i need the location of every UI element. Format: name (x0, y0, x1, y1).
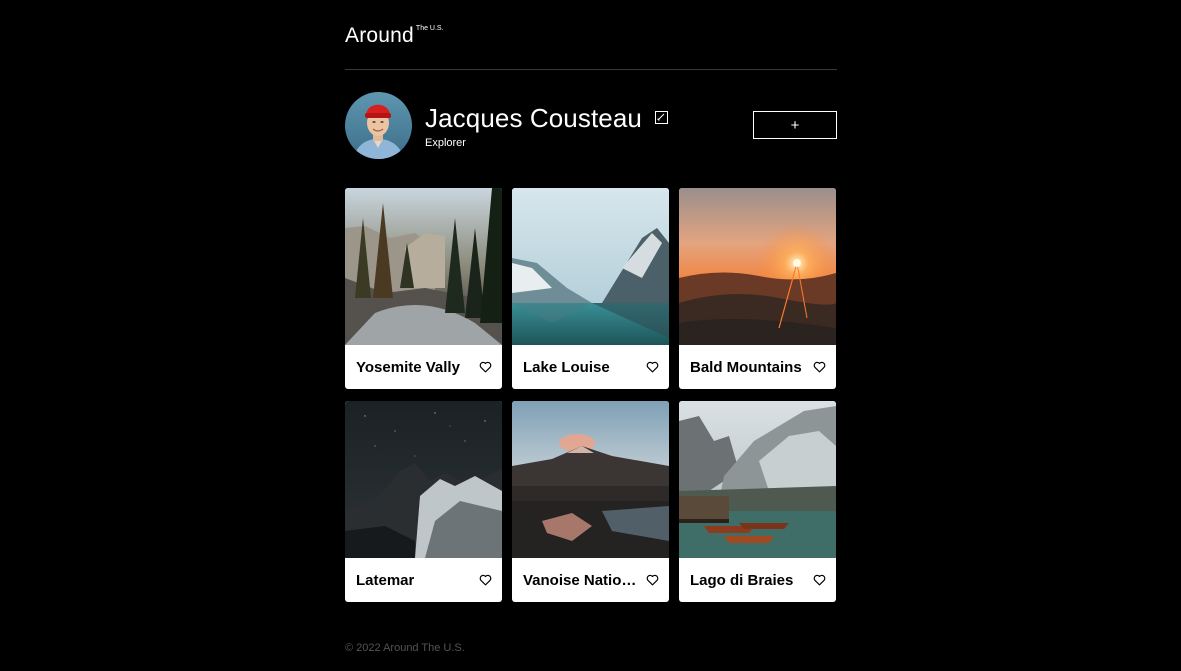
copyright-text: © 2022 Around The U.S. (345, 642, 465, 654)
card-image[interactable] (679, 401, 836, 558)
card-title: Latemar (356, 571, 415, 589)
card-footer: Vanoise National Park (512, 558, 669, 602)
card: Lake Louise (512, 188, 669, 389)
logo-text: Around (345, 24, 414, 47)
card-title: Yosemite Vally (356, 358, 460, 376)
profile-name-row: Jacques Cousteau (425, 103, 668, 133)
like-button[interactable] (812, 360, 826, 374)
heart-icon (813, 574, 825, 586)
like-button[interactable] (478, 573, 492, 587)
like-button[interactable] (645, 573, 659, 587)
avatar[interactable] (345, 92, 412, 159)
profile-name: Jacques Cousteau (425, 103, 642, 133)
card-image[interactable] (679, 188, 836, 345)
heart-icon (646, 574, 658, 586)
card: Latemar (345, 401, 502, 602)
card: Vanoise National Park (512, 401, 669, 602)
card-footer: Bald Mountains (679, 345, 836, 389)
site-footer: © 2022 Around The U.S. (345, 642, 837, 654)
logo: Around The U.S. (345, 24, 444, 48)
card-image[interactable] (512, 401, 669, 558)
logo-superscript: The U.S. (415, 25, 444, 32)
card-footer: Yosemite Vally (345, 345, 502, 389)
add-card-button[interactable]: + (753, 111, 837, 139)
profile-job: Explorer (425, 137, 466, 149)
card: Lago di Braies (679, 401, 836, 602)
site-header: Around The U.S. (345, 0, 837, 70)
like-button[interactable] (645, 360, 659, 374)
card-footer: Lake Louise (512, 345, 669, 389)
heart-icon (646, 361, 658, 373)
card-title: Lago di Braies (690, 571, 794, 589)
like-button[interactable] (812, 573, 826, 587)
heart-icon (479, 574, 491, 586)
card-footer: Lago di Braies (679, 558, 836, 602)
card-footer: Latemar (345, 558, 502, 602)
card-image[interactable] (512, 188, 669, 345)
profile: Jacques Cousteau Explorer + (345, 70, 837, 188)
plus-icon: + (790, 116, 800, 134)
edit-icon (657, 113, 665, 121)
card-image[interactable] (345, 188, 502, 345)
card-title: Bald Mountains (690, 358, 802, 376)
card-title: Vanoise National Park (523, 571, 641, 589)
card: Bald Mountains (679, 188, 836, 389)
card: Yosemite Vally (345, 188, 502, 389)
heart-icon (479, 361, 491, 373)
like-button[interactable] (478, 360, 492, 374)
edit-profile-button[interactable] (654, 110, 668, 124)
profile-info: Jacques Cousteau Explorer (425, 103, 668, 150)
heart-icon (813, 361, 825, 373)
card-image[interactable] (345, 401, 502, 558)
card-title: Lake Louise (523, 358, 610, 376)
page: Around The U.S. Jacques Cousteau Explore… (345, 0, 837, 654)
cards-grid: Yosemite Vally Lake Louise Bald Mountain… (345, 188, 837, 602)
